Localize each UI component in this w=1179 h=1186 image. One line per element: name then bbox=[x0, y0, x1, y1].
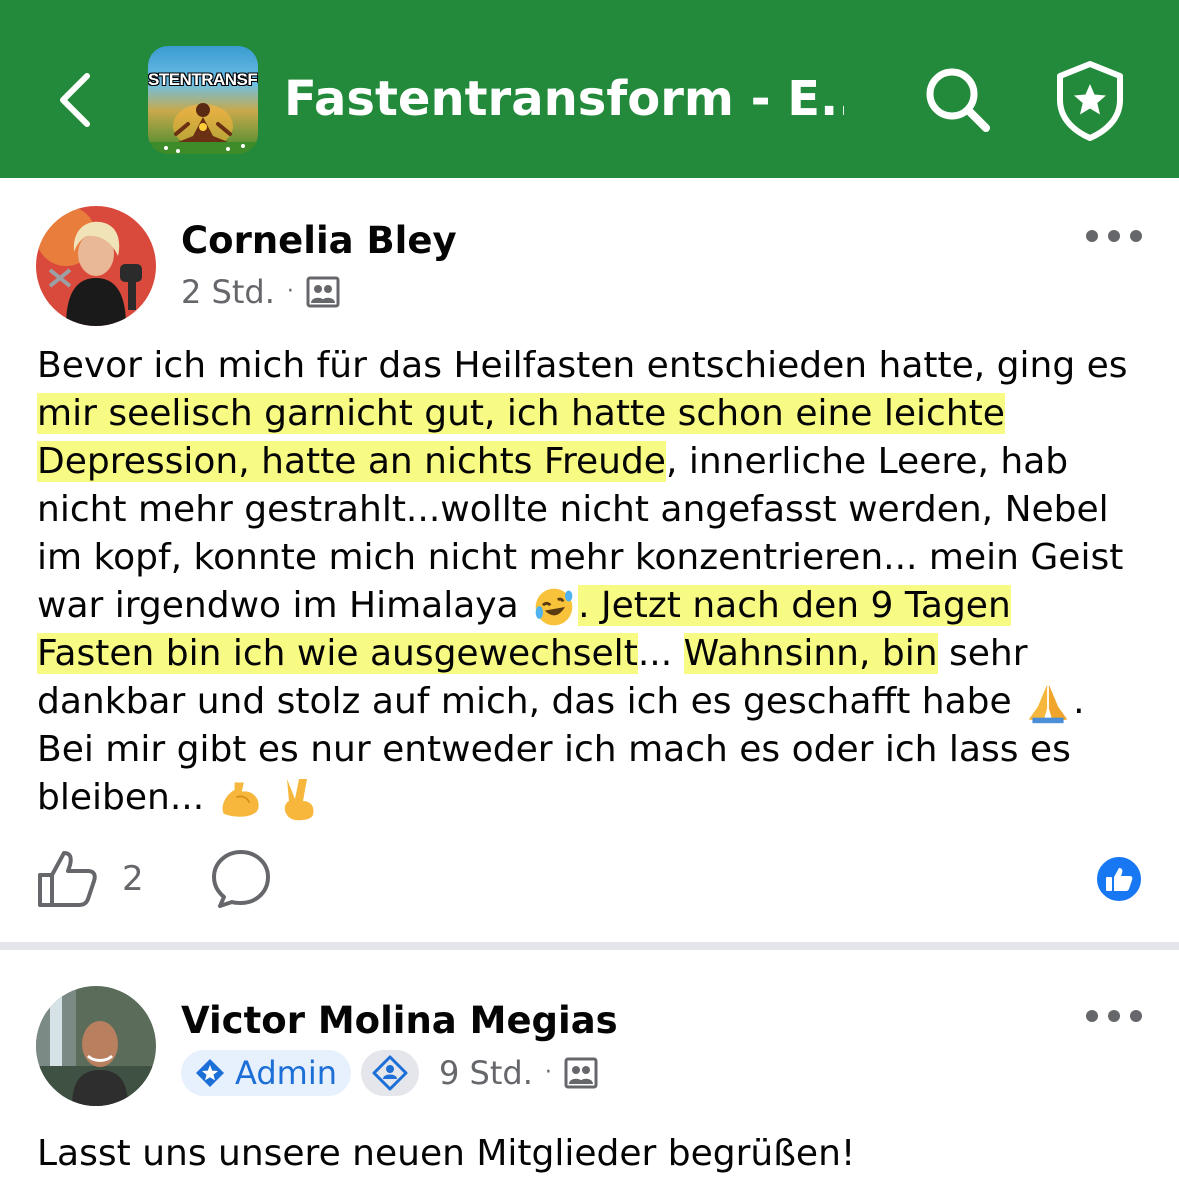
text-line: im kopf, konnte mich nicht mehr konzentr… bbox=[37, 537, 1124, 578]
like-count: 2 bbox=[122, 859, 144, 899]
post-body-text: Bevor ich mich für das Heilfasten entsch… bbox=[37, 342, 1147, 823]
thumbs-up-icon bbox=[38, 851, 97, 907]
search-button[interactable] bbox=[922, 64, 994, 136]
admin-star-icon bbox=[196, 1059, 224, 1087]
text-line: mir seelisch garnicht gut, ich hatte sch… bbox=[37, 390, 1147, 438]
post-actions: 2 bbox=[0, 848, 1179, 928]
dot-icon bbox=[1086, 1010, 1098, 1022]
rolling-laughing-emoji-icon bbox=[535, 588, 573, 626]
meta-separator: · bbox=[286, 279, 294, 304]
comment-button[interactable] bbox=[210, 848, 272, 910]
dot-icon bbox=[1086, 230, 1098, 242]
author-avatar[interactable] bbox=[36, 206, 156, 326]
admin-badge[interactable]: Admin bbox=[181, 1050, 351, 1096]
dot-icon bbox=[1130, 1010, 1142, 1022]
post-options-button[interactable] bbox=[1086, 1006, 1142, 1026]
post-time[interactable]: 2 Std. bbox=[181, 272, 275, 312]
post-time[interactable]: 9 Std. bbox=[439, 1053, 533, 1093]
post-body-text: Lasst uns unsere neuen Mitglieder begrüß… bbox=[37, 1130, 1147, 1178]
text-line: Bevor ich mich für das Heilfasten entsch… bbox=[37, 345, 1128, 386]
text-line: bleiben... bbox=[37, 774, 1147, 823]
post-separator bbox=[0, 942, 1179, 950]
highlighted-text: mir seelisch garnicht gut, ich hatte sch… bbox=[37, 393, 1005, 434]
victory-hand-emoji-icon bbox=[284, 779, 314, 821]
meta-separator: · bbox=[544, 1060, 552, 1085]
dot-icon bbox=[1108, 1010, 1120, 1022]
dot-icon bbox=[1108, 230, 1120, 242]
back-button[interactable] bbox=[40, 60, 110, 140]
flexed-biceps-emoji-icon bbox=[222, 782, 259, 817]
person-badge-icon bbox=[372, 1055, 408, 1091]
highlighted-text: Wahnsinn, bin bbox=[683, 633, 938, 674]
search-icon bbox=[926, 68, 990, 132]
group-avatar[interactable]: STENTRANSFOR bbox=[148, 46, 258, 154]
post-meta: 2 Std. · bbox=[181, 272, 340, 312]
text-line: dankbar und stolz auf mich, das ich es g… bbox=[37, 678, 1147, 726]
text-line: Lasst uns unsere neuen Mitglieder begrüß… bbox=[37, 1133, 856, 1174]
text-line: Bei mir gibt es nur entweder ich mach es… bbox=[37, 729, 1071, 770]
thumbs-up-filled-icon bbox=[1106, 868, 1133, 891]
author-photo bbox=[36, 986, 156, 1106]
group-header-bar: STENTRANSFOR Fastentransform - E... bbox=[0, 0, 1179, 178]
highlighted-text: Fasten bin ich wie ausgewechselt bbox=[37, 633, 638, 674]
text-line: Fasten bin ich wie ausgewechselt... Wahn… bbox=[37, 633, 1028, 674]
group-title[interactable]: Fastentransform - E... bbox=[284, 68, 844, 130]
admin-tools-button[interactable] bbox=[1052, 58, 1128, 142]
post-meta: Admin 9 Std. · bbox=[181, 1050, 598, 1096]
feed-post: Cornelia Bley 2 Std. · Bevor ich mich fü… bbox=[0, 178, 1179, 942]
author-avatar[interactable] bbox=[36, 986, 156, 1106]
like-reaction-badge[interactable] bbox=[1094, 854, 1144, 904]
text-line: Depression, hatte an nichts Freude, inne… bbox=[37, 441, 1069, 482]
role-badge[interactable] bbox=[360, 1050, 419, 1096]
author-name[interactable]: Victor Molina Megias bbox=[181, 998, 618, 1044]
text-line: nicht mehr gestrahlt...wollte nicht ange… bbox=[37, 489, 1109, 530]
meditation-figure-icon bbox=[148, 103, 258, 154]
like-button[interactable]: 2 bbox=[36, 848, 144, 910]
shield-star-icon bbox=[1057, 61, 1123, 141]
group-members-icon bbox=[564, 1057, 598, 1089]
feed-post: Victor Molina Megias Admin 9 Std. · Lass… bbox=[0, 950, 1179, 1186]
group-members-icon bbox=[306, 276, 340, 308]
admin-label: Admin bbox=[235, 1054, 337, 1092]
author-photo bbox=[36, 206, 156, 326]
text-line: war irgendwo im Himalaya . Jetzt nach de… bbox=[37, 582, 1147, 630]
author-name[interactable]: Cornelia Bley bbox=[181, 218, 457, 264]
highlighted-text: . Jetzt nach den 9 Tagen bbox=[578, 585, 1011, 626]
post-options-button[interactable] bbox=[1086, 226, 1142, 246]
folded-hands-emoji-icon bbox=[1028, 684, 1068, 724]
chevron-left-icon bbox=[60, 73, 90, 127]
comment-bubble-icon bbox=[212, 850, 270, 908]
dot-icon bbox=[1130, 230, 1142, 242]
group-avatar-label: STENTRANSFOR bbox=[148, 70, 258, 89]
highlighted-text: Depression, hatte an nichts Freude bbox=[37, 441, 666, 482]
